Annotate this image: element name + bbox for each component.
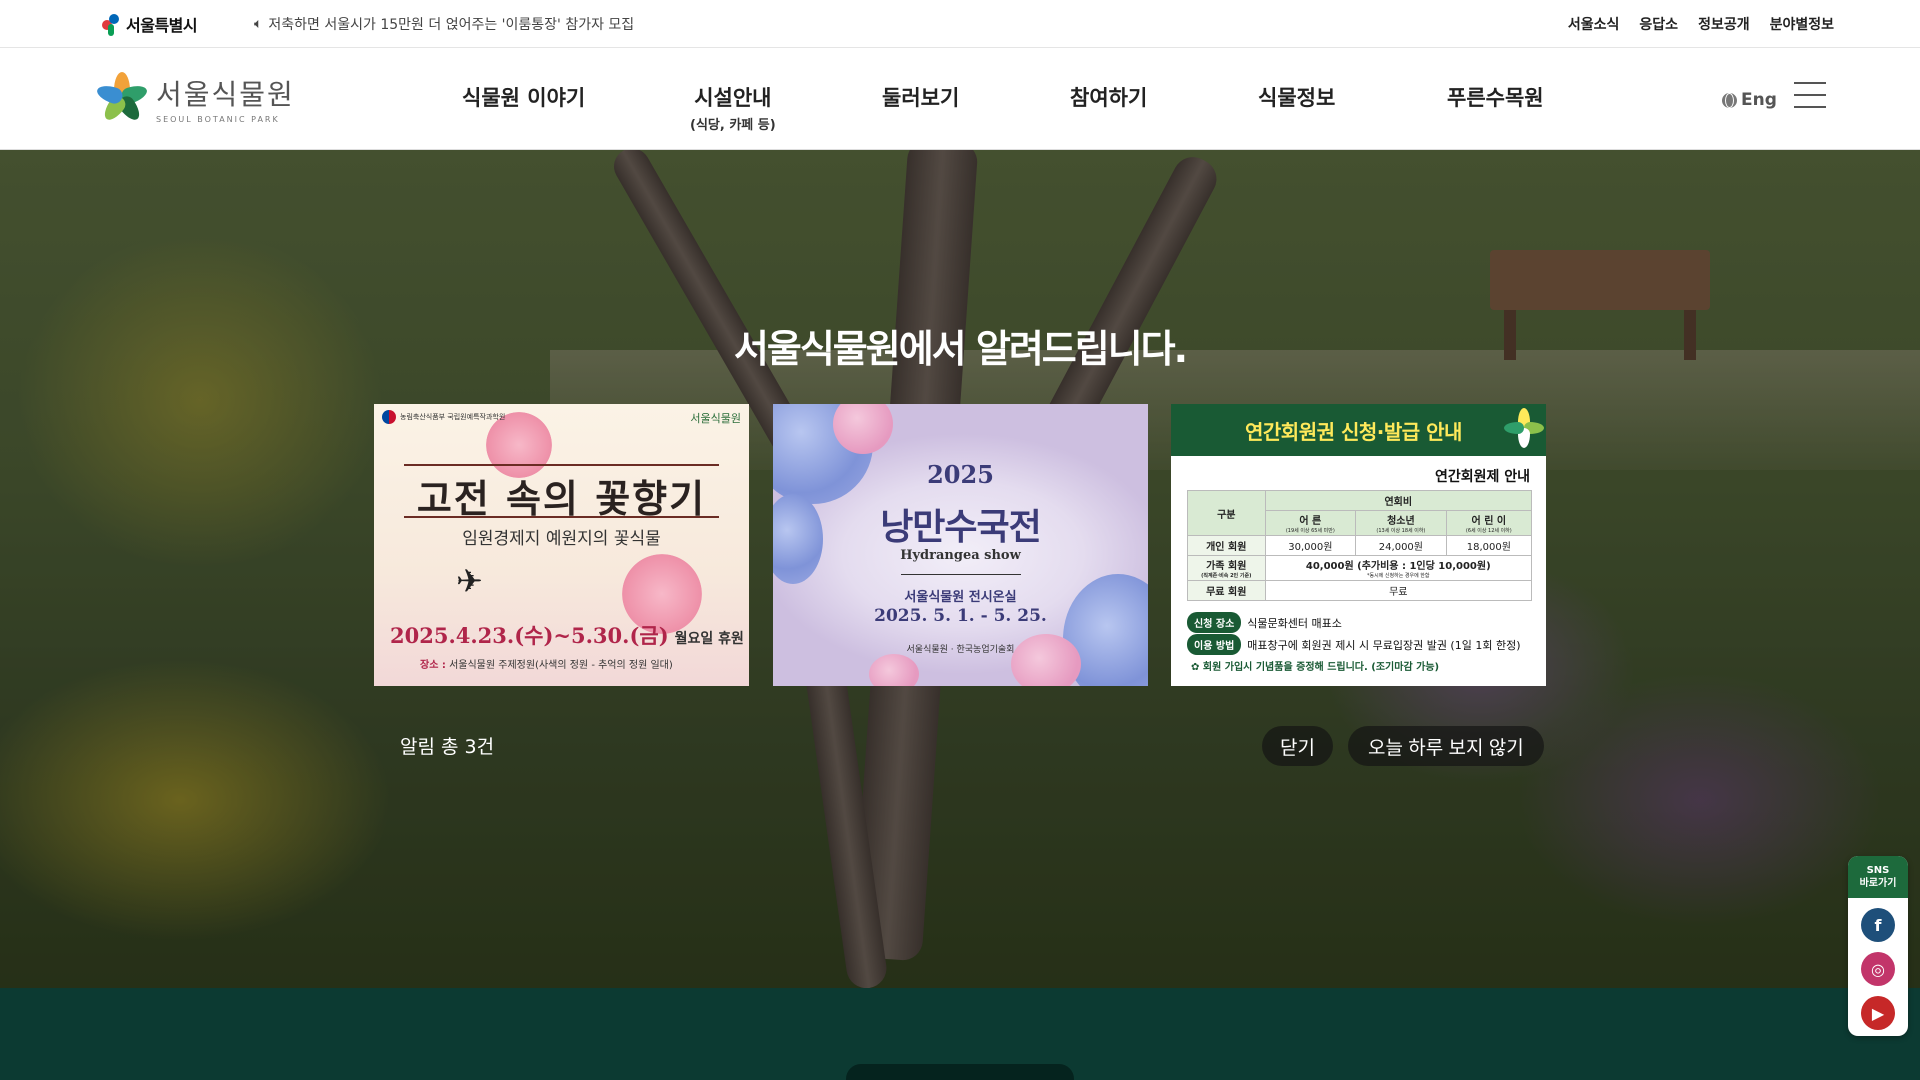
nav-participate[interactable]: 참여하기 <box>1070 82 1147 112</box>
dont-show-today-button[interactable]: 오늘 하루 보지 않기 <box>1348 726 1544 766</box>
popup-count: 알림 총 3건 <box>400 736 495 758</box>
sns-label: SNS 바로가기 <box>1848 856 1908 898</box>
globe-icon <box>1722 92 1737 108</box>
bottom-section <box>0 988 1920 1080</box>
table-row: 무료 회원 무료 <box>1187 580 1533 601</box>
card-partner-logos: 서울식물원 · 한국농업기술회 <box>906 645 1015 655</box>
usage-method: 이용 방법 매표창구에 회원권 제시 시 무료입장권 발권 (1일 1회 한정) <box>1187 634 1521 655</box>
nav-facilities-sub: (식당, 카페 등) <box>690 118 776 133</box>
popup-card-classic-flowers[interactable]: 농림축산식품부 국립원예특작과학원 서울식물원 고전 속의 꽃향기 임원경제지 … <box>374 404 749 686</box>
popup-title: 서울식물원에서 알려드립니다. <box>733 327 1188 371</box>
youtube-icon[interactable]: ▶ <box>1861 996 1895 1030</box>
card-year: 2025 <box>927 460 994 489</box>
card-location: 서울식물원 전시온실 <box>904 590 1017 605</box>
gift-note: ✿ 회원 가입시 기념품을 증정해 드립니다. (조기마감 가능) <box>1191 662 1440 673</box>
instagram-icon[interactable]: ◎ <box>1861 952 1895 986</box>
seoul-city-name: 서울특별시 <box>126 16 198 35</box>
nav-explore[interactable]: 둘러보기 <box>882 82 959 112</box>
membership-fee-table: 구분 연회비 어 른 (19세 이상 65세 미만) 청소년 (13세 이상 18세… <box>1187 490 1533 601</box>
card-date: 2025.4.23.(수)~5.30.(금) 월요일 휴원 <box>390 623 744 648</box>
nav-garden-story[interactable]: 식물원 이야기 <box>462 82 585 112</box>
link-eungdapso[interactable]: 응답소 <box>1639 14 1678 34</box>
seoul-city-logo[interactable]: 서울특별시 <box>100 10 198 38</box>
gov-agency-label: 농림축산식품부 국립원예특작과학원 <box>382 410 505 424</box>
link-field-info[interactable]: 분야별정보 <box>1770 14 1834 34</box>
hamburger-icon[interactable] <box>1794 82 1826 110</box>
speaker-icon: 🔈︎ <box>254 16 263 32</box>
card-brand: 서울식물원 <box>690 412 741 425</box>
card-subheader: 연간회원제 안내 <box>1434 469 1530 485</box>
utility-bar: 서울특별시 🔈︎ 저축하면 서울시가 15만원 더 얹어주는 '이룸통장' 참가… <box>0 0 1920 48</box>
pinwheel-logo-icon <box>1504 408 1544 448</box>
link-info-disclosure[interactable]: 정보공개 <box>1698 14 1750 34</box>
popup-close-button[interactable]: 닫기 <box>1262 726 1333 766</box>
rolling-notice[interactable]: 🔈︎ 저축하면 서울시가 15만원 더 얹어주는 '이룸통장' 참가자 모집 <box>254 14 634 34</box>
table-row: 개인 회원 30,000원 24,000원 18,000원 <box>1187 535 1533 556</box>
facebook-icon[interactable]: f <box>1861 908 1895 942</box>
link-seoul-news[interactable]: 서울소식 <box>1568 14 1620 34</box>
bird-illustration: ✈︎ <box>456 562 483 600</box>
bottom-tab-handle[interactable] <box>846 1064 1074 1080</box>
nav-green-arboretum[interactable]: 푸른수목원 <box>1447 82 1544 112</box>
card-place: 장소 : 서울식물원 주제정원(사색의 정원 - 추억의 정원 일대) <box>420 660 673 671</box>
popup-card-annual-membership[interactable]: 연간회원권 신청·발급 안내 연간회원제 안내 구분 연회비 어 른 (19세 이… <box>1171 404 1546 686</box>
global-nav: 식물원 이야기 시설안내 (식당, 카페 등) 둘러보기 참여하기 식물정보 푸른… <box>0 48 1920 150</box>
apply-place: 신청 장소 식물문화센터 매표소 <box>1187 612 1342 633</box>
card-title: 고전 속의 꽃향기 <box>416 476 707 521</box>
popup-card-hydrangea-show[interactable]: 2025 낭만수국전 Hydrangea show 서울식물원 전시온실 202… <box>773 404 1148 686</box>
language-toggle[interactable]: Eng <box>1722 90 1777 110</box>
utility-links: 서울소식 응답소 정보공개 분야별정보 <box>1568 14 1834 34</box>
table-row: 가족 회원 (직계존·비속 2인 기준) 40,000원 (추가비용 : 1인당 … <box>1187 555 1533 581</box>
notice-text: 저축하면 서울시가 15만원 더 얹어주는 '이룸통장' 참가자 모집 <box>268 17 635 33</box>
card-dates: 2025. 5. 1. - 5. 25. <box>874 606 1047 626</box>
card-header: 연간회원권 신청·발급 안내 <box>1171 404 1546 456</box>
card-subtitle: 임원경제지 예원지의 꽃식물 <box>462 529 661 549</box>
card-title-en: Hydrangea show <box>900 548 1021 563</box>
main-header: 서울식물원 SEOUL BOTANIC PARK 식물원 이야기 시설안내 (식당… <box>0 48 1920 150</box>
language-label: Eng <box>1741 90 1777 110</box>
seoul-symbol-icon <box>100 12 122 36</box>
card-title: 낭만수국전 <box>880 507 1042 548</box>
nav-facilities[interactable]: 시설안내 (식당, 카페 등) <box>690 82 776 133</box>
sns-quick-links: SNS 바로가기 f ◎ ▶ <box>1848 856 1908 1036</box>
nav-plant-info[interactable]: 식물정보 <box>1258 82 1335 112</box>
